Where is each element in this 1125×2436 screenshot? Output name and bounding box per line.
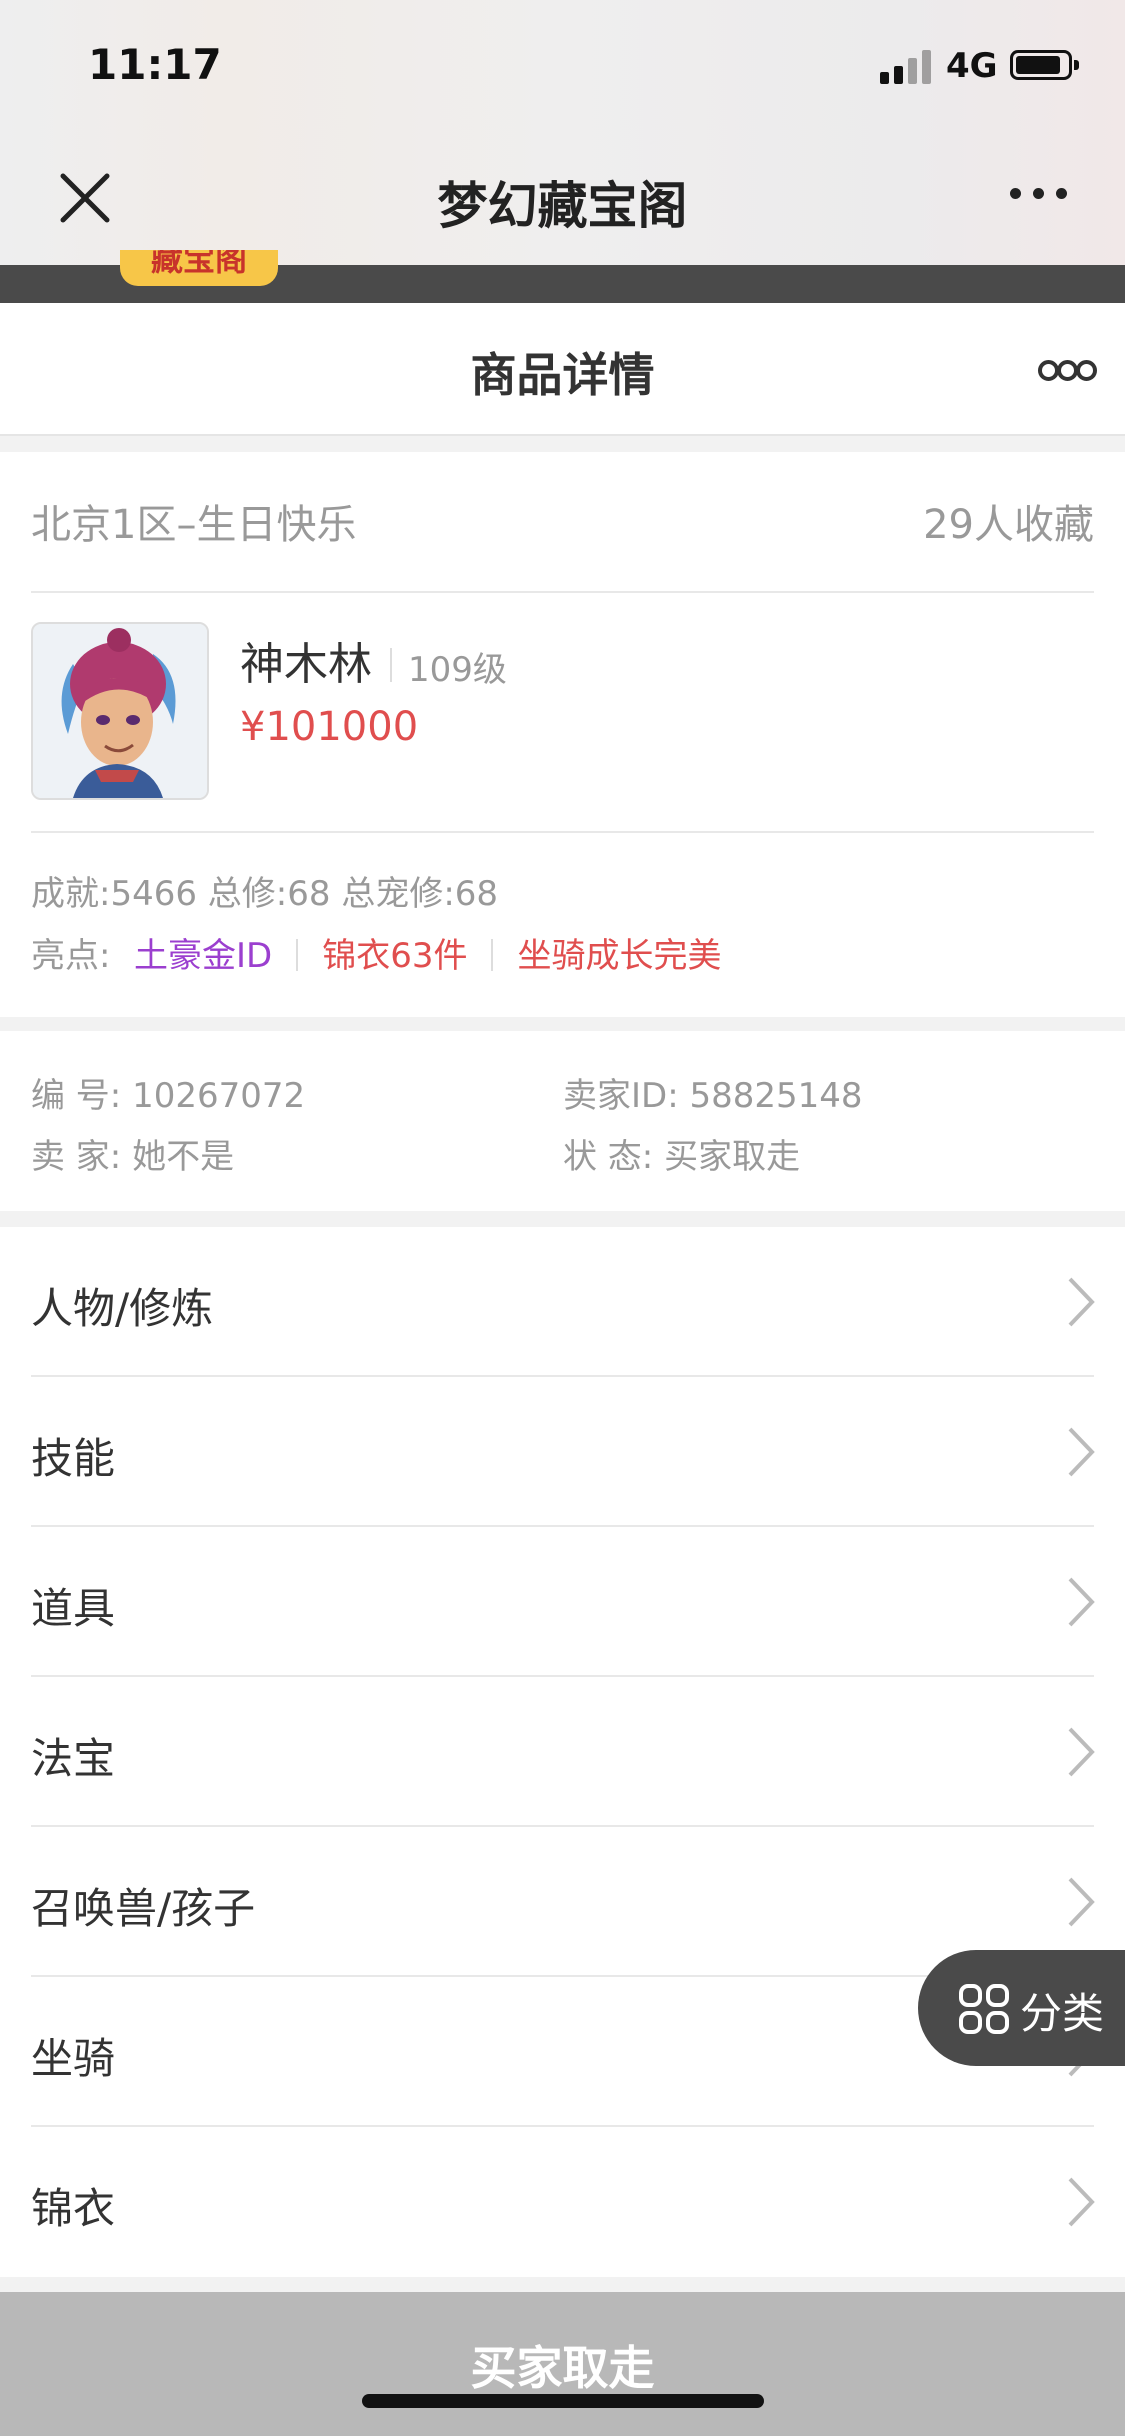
highlight-tag: 坐骑成长完美	[517, 936, 722, 976]
highlight-tag: 土豪金ID	[134, 936, 273, 976]
highlights-label: 亮点:	[31, 936, 111, 976]
trade-status: 状 态: 买家取走	[563, 1137, 801, 1177]
favorites-count[interactable]: 29人收藏	[923, 492, 1094, 550]
highlight-separator	[296, 939, 299, 971]
name-level-separator	[390, 648, 392, 682]
seller-name: 卖 家: 她不是	[31, 1137, 235, 1177]
battery-icon	[1010, 50, 1080, 84]
category-float-button[interactable]: 分类	[918, 1950, 1125, 2066]
nav-item-label: 坐骑	[31, 2034, 116, 2083]
grid-icon	[959, 1984, 1009, 2034]
chevron-right-icon	[1068, 1877, 1095, 1927]
home-indicator	[362, 2394, 764, 2408]
character-name: 神木林	[240, 639, 372, 690]
chevron-right-icon	[1068, 1727, 1095, 1777]
wechat-title: 梦幻藏宝阁	[437, 177, 688, 235]
trade-info-card: 编 号: 10267072 卖家ID: 58825148 卖 家: 她不是 状 …	[0, 1031, 1125, 1211]
product-card: 北京1区–生日快乐 29人收藏 神木林 109级 ¥101000 成就:5466…	[0, 452, 1125, 1017]
page-title-bar: 商品详情	[0, 303, 1125, 436]
page-title: 商品详情	[470, 348, 655, 402]
nav-item-label: 人物/修炼	[31, 1284, 214, 1333]
wechat-header: 11:17 4G 梦幻藏宝阁	[0, 0, 1125, 265]
detail-nav-list: 人物/修炼 技能 道具 法宝 召唤兽/孩子 坐骑 锦衣	[0, 1227, 1125, 2277]
chevron-right-icon	[1068, 1277, 1095, 1327]
highlights-row: 土豪金ID 锦衣63件 坐骑成长完美	[134, 928, 721, 977]
nav-item-character[interactable]: 人物/修炼	[0, 1227, 1125, 1377]
chevron-right-icon	[1068, 1577, 1095, 1627]
site-logo-text: 藏宝阁	[150, 250, 247, 278]
chevron-right-icon	[1068, 1427, 1095, 1477]
character-stats: 成就:5466 总修:68 总宠修:68	[31, 874, 499, 914]
more-options-icon[interactable]	[1038, 360, 1097, 381]
divider	[31, 591, 1094, 593]
status-time: 11:17	[88, 40, 222, 89]
nav-item-label: 召唤兽/孩子	[31, 1884, 256, 1933]
network-label: 4G	[946, 46, 998, 86]
divider	[31, 831, 1094, 833]
signal-icon	[880, 50, 932, 84]
nav-item-treasures[interactable]: 法宝	[0, 1677, 1125, 1827]
character-level: 109级	[408, 650, 507, 690]
nav-item-label: 道具	[31, 1584, 116, 1633]
nav-item-label: 法宝	[31, 1734, 116, 1783]
highlight-separator	[491, 939, 494, 971]
nav-item-items[interactable]: 道具	[0, 1527, 1125, 1677]
site-logo: 藏宝阁	[120, 250, 278, 286]
nav-item-costumes[interactable]: 锦衣	[0, 2127, 1125, 2277]
server-name: 北京1区–生日快乐	[31, 502, 357, 548]
seller-id: 卖家ID: 58825148	[563, 1076, 863, 1116]
nav-item-skills[interactable]: 技能	[0, 1377, 1125, 1527]
chevron-right-icon	[1068, 2177, 1095, 2227]
status-action-button[interactable]: 买家取走	[0, 2332, 1125, 2398]
nav-item-label: 锦衣	[31, 2184, 116, 2233]
category-button-label: 分类	[1020, 1989, 1105, 2038]
more-menu-icon[interactable]	[1010, 188, 1070, 208]
product-price: ¥101000	[240, 704, 419, 750]
serial-number: 编 号: 10267072	[31, 1076, 306, 1116]
bottom-action-bar: 买家取走	[0, 2292, 1125, 2436]
nav-item-label: 技能	[31, 1434, 116, 1483]
character-avatar[interactable]	[31, 622, 209, 800]
highlight-tag: 锦衣63件	[322, 936, 468, 976]
